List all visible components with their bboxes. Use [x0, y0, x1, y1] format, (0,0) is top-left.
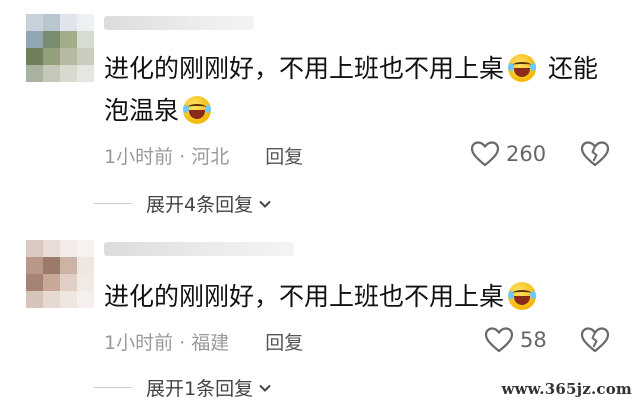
comment-item: 进化的刚刚好，不用上班也不用上桌 还能 泡温泉 1小时前 · 河北 回复 260… — [0, 0, 640, 222]
time-location: 1小时前 · 河北 — [104, 146, 230, 168]
chevron-down-icon — [259, 384, 271, 392]
comment-meta: 1小时前 · 河北 回复 — [104, 142, 303, 169]
laughing-crying-emoji-icon — [508, 282, 537, 310]
broken-heart-icon — [580, 141, 610, 167]
comment-text: 进化的刚刚好，不用上班也不用上桌 还能 泡温泉 — [104, 54, 598, 125]
dislike-button[interactable] — [580, 326, 610, 358]
avatar[interactable] — [26, 14, 94, 82]
username-blurred[interactable] — [104, 16, 254, 30]
comment-meta: 1小时前 · 福建 回复 — [104, 328, 303, 355]
avatar[interactable] — [26, 240, 94, 308]
like-button[interactable]: 260 — [470, 140, 546, 168]
laughing-crying-emoji-icon — [508, 54, 537, 82]
time-location: 1小时前 · 福建 — [104, 332, 230, 354]
dislike-button[interactable] — [580, 140, 610, 172]
divider — [94, 203, 132, 204]
chevron-down-icon — [259, 200, 271, 208]
site-watermark: www.365jz.com — [501, 380, 632, 398]
like-button[interactable]: 58 — [484, 326, 547, 354]
reply-button[interactable]: 回复 — [265, 328, 303, 355]
comment-text: 进化的刚刚好，不用上班也不用上桌 — [104, 276, 624, 318]
reply-button[interactable]: 回复 — [265, 142, 303, 169]
username-blurred[interactable] — [104, 242, 294, 256]
heart-outline-icon — [484, 327, 514, 353]
laughing-crying-emoji-icon — [183, 96, 212, 124]
expand-replies-button[interactable]: 展开4条回复 — [94, 190, 273, 217]
heart-outline-icon — [470, 141, 500, 167]
like-count: 260 — [506, 142, 547, 166]
expand-replies-button[interactable]: 展开1条回复 — [94, 374, 273, 401]
divider — [94, 387, 132, 388]
broken-heart-icon — [580, 327, 610, 353]
like-count: 58 — [520, 328, 547, 352]
